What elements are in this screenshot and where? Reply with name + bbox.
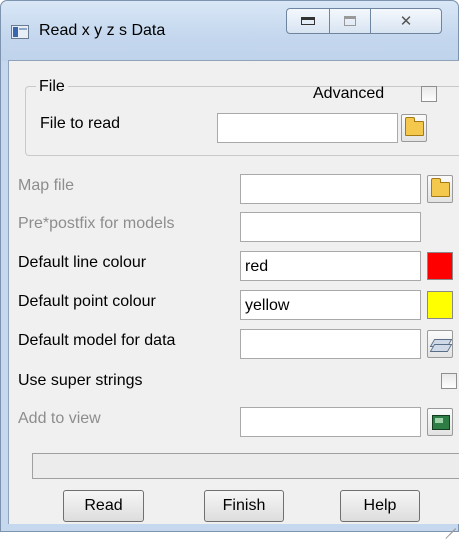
map-file-browse-button[interactable] bbox=[427, 175, 453, 203]
resize-grip-icon[interactable] bbox=[444, 517, 456, 529]
file-to-read-label: File to read bbox=[40, 115, 120, 133]
map-file-label: Map file bbox=[18, 177, 74, 195]
line-colour-swatch[interactable] bbox=[427, 252, 453, 280]
minimize-icon bbox=[301, 17, 315, 25]
file-to-read-input[interactable] bbox=[217, 113, 398, 143]
model-input[interactable] bbox=[240, 329, 421, 359]
model-select-button[interactable] bbox=[427, 330, 453, 358]
point-colour-input[interactable]: yellow bbox=[240, 290, 421, 320]
super-strings-label: Use super strings bbox=[18, 372, 143, 390]
minimize-button[interactable] bbox=[286, 8, 330, 34]
close-button[interactable]: ✕ bbox=[370, 8, 442, 34]
title-bar[interactable]: Read x y z s Data ✕ bbox=[1, 1, 458, 61]
file-to-read-browse-button[interactable] bbox=[401, 114, 427, 142]
close-icon: ✕ bbox=[400, 12, 413, 30]
folder-icon bbox=[431, 182, 450, 197]
window-controls: ✕ bbox=[286, 8, 444, 34]
line-colour-input[interactable]: red bbox=[240, 251, 421, 281]
prefix-input[interactable] bbox=[240, 212, 421, 242]
super-strings-checkbox[interactable] bbox=[441, 373, 457, 389]
window-title: Read x y z s Data bbox=[39, 22, 165, 40]
layers-icon bbox=[432, 339, 450, 351]
add-to-view-label: Add to view bbox=[18, 410, 101, 428]
view-icon bbox=[432, 415, 450, 430]
point-colour-label: Default point colour bbox=[18, 293, 156, 311]
help-button[interactable]: Help bbox=[340, 490, 420, 522]
line-colour-label: Default line colour bbox=[18, 254, 146, 272]
maximize-button bbox=[329, 8, 371, 34]
prefix-label: Pre*postfix for models bbox=[18, 215, 175, 233]
model-label: Default model for data bbox=[18, 332, 175, 350]
maximize-icon bbox=[344, 16, 356, 26]
finish-button[interactable]: Finish bbox=[204, 490, 284, 522]
read-button[interactable]: Read bbox=[63, 490, 144, 522]
point-colour-swatch[interactable] bbox=[427, 291, 453, 319]
advanced-label: Advanced bbox=[313, 85, 384, 103]
app-icon bbox=[11, 25, 29, 39]
add-to-view-button[interactable] bbox=[427, 408, 453, 436]
add-to-view-input[interactable] bbox=[240, 407, 421, 437]
status-bar bbox=[32, 453, 459, 479]
advanced-checkbox[interactable] bbox=[421, 86, 437, 102]
map-file-input[interactable] bbox=[240, 174, 421, 204]
file-group-label: File bbox=[36, 78, 68, 96]
folder-icon bbox=[405, 121, 424, 136]
